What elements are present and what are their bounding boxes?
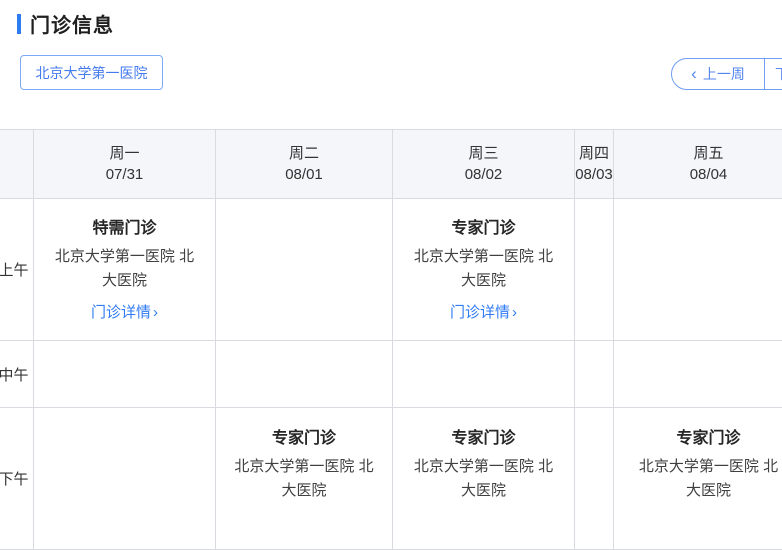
schedule-table-container: 周一 07/31 周二 08/01 周三 08/02 周四 08/03 周五 <box>0 129 782 550</box>
day-label: 周一 <box>34 143 215 164</box>
schedule-cell <box>216 341 393 408</box>
clinic-type: 专家门诊 <box>216 428 392 450</box>
schedule-cell <box>216 199 393 341</box>
day-date: 08/01 <box>216 164 392 185</box>
day-header-thu: 周四 08/03 <box>575 130 614 199</box>
schedule-cell <box>34 341 216 408</box>
schedule-row-noon: 中午 <box>0 341 782 408</box>
time-row-label: 下午 <box>0 408 34 550</box>
hospital-filter-button[interactable]: 北京大学第一医院 <box>20 55 163 90</box>
clinic-hospital: 北京大学第一医院 北大医院 <box>229 455 379 503</box>
schedule-cell: 专家门诊 北京大学第一医院 北大医院 门诊详情› <box>393 199 575 341</box>
schedule-cell <box>575 199 614 341</box>
clinic-details-link[interactable]: 门诊详情› <box>450 301 517 322</box>
clinic-hospital: 北京大学第一医院 北大医院 <box>634 455 782 503</box>
clinic-details-link[interactable]: 门诊详情› <box>91 301 158 322</box>
day-label: 周三 <box>393 143 574 164</box>
day-label: 周五 <box>614 143 782 164</box>
clinic-hospital: 北京大学第一医院 北大医院 <box>50 245 200 293</box>
schedule-cell: 专家门诊 北京大学第一医院 北大医院 <box>614 408 782 550</box>
day-date: 07/31 <box>34 164 215 185</box>
time-row-label: 中午 <box>0 341 34 408</box>
schedule-cell <box>34 408 216 550</box>
day-date: 08/04 <box>614 164 782 185</box>
chevron-right-icon: › <box>512 304 517 321</box>
schedule-cell: 专家门诊 北京大学第一医院 北大医院 <box>393 408 575 550</box>
schedule-cell <box>575 341 614 408</box>
clinic-details-label: 门诊详情 <box>91 304 151 321</box>
day-label: 周四 <box>575 143 613 164</box>
schedule-cell <box>614 199 782 341</box>
day-date: 08/03 <box>575 164 613 185</box>
clinic-type: 专家门诊 <box>393 428 574 450</box>
next-week-label: 下一周 <box>775 64 782 84</box>
page-title: 门诊信息 <box>30 9 114 38</box>
clinic-type: 专家门诊 <box>614 428 782 450</box>
day-date: 08/02 <box>393 164 574 185</box>
clinic-type: 特需门诊 <box>34 218 215 240</box>
schedule-cell: 专家门诊 北京大学第一医院 北大医院 <box>216 408 393 550</box>
corner-cell <box>0 130 34 199</box>
day-header-tue: 周二 08/01 <box>216 130 393 199</box>
chevron-left-icon: ‹ <box>691 65 697 82</box>
page-header: 门诊信息 <box>17 9 114 38</box>
day-header-mon: 周一 07/31 <box>34 130 216 199</box>
week-nav: ‹ 上一周 下一周 <box>671 58 782 90</box>
day-header-row: 周一 07/31 周二 08/01 周三 08/02 周四 08/03 周五 <box>0 130 782 199</box>
schedule-table: 周一 07/31 周二 08/01 周三 08/02 周四 08/03 周五 <box>0 129 782 550</box>
clinic-hospital: 北京大学第一医院 北大医院 <box>409 455 559 503</box>
schedule-cell <box>614 341 782 408</box>
day-header-fri: 周五 08/04 <box>614 130 782 199</box>
day-label: 周二 <box>216 143 392 164</box>
schedule-cell <box>393 341 575 408</box>
day-header-wed: 周三 08/02 <box>393 130 575 199</box>
schedule-row-morning: 上午 特需门诊 北京大学第一医院 北大医院 门诊详情› 专家门诊 北京大学第一医… <box>0 199 782 341</box>
next-week-button[interactable]: 下一周 <box>765 58 782 90</box>
clinic-type: 专家门诊 <box>393 218 574 240</box>
schedule-cell: 特需门诊 北京大学第一医院 北大医院 门诊详情› <box>34 199 216 341</box>
clinic-hospital: 北京大学第一医院 北大医院 <box>409 245 559 293</box>
time-row-label: 上午 <box>0 199 34 341</box>
title-accent-bar <box>17 14 21 34</box>
prev-week-button[interactable]: ‹ 上一周 <box>671 58 765 90</box>
schedule-row-afternoon: 下午 专家门诊 北京大学第一医院 北大医院 专家门诊 北京大学第一医院 北大医院 <box>0 408 782 550</box>
clinic-details-label: 门诊详情 <box>450 304 510 321</box>
schedule-cell <box>575 408 614 550</box>
prev-week-label: 上一周 <box>703 64 745 84</box>
chevron-right-icon: › <box>153 304 158 321</box>
